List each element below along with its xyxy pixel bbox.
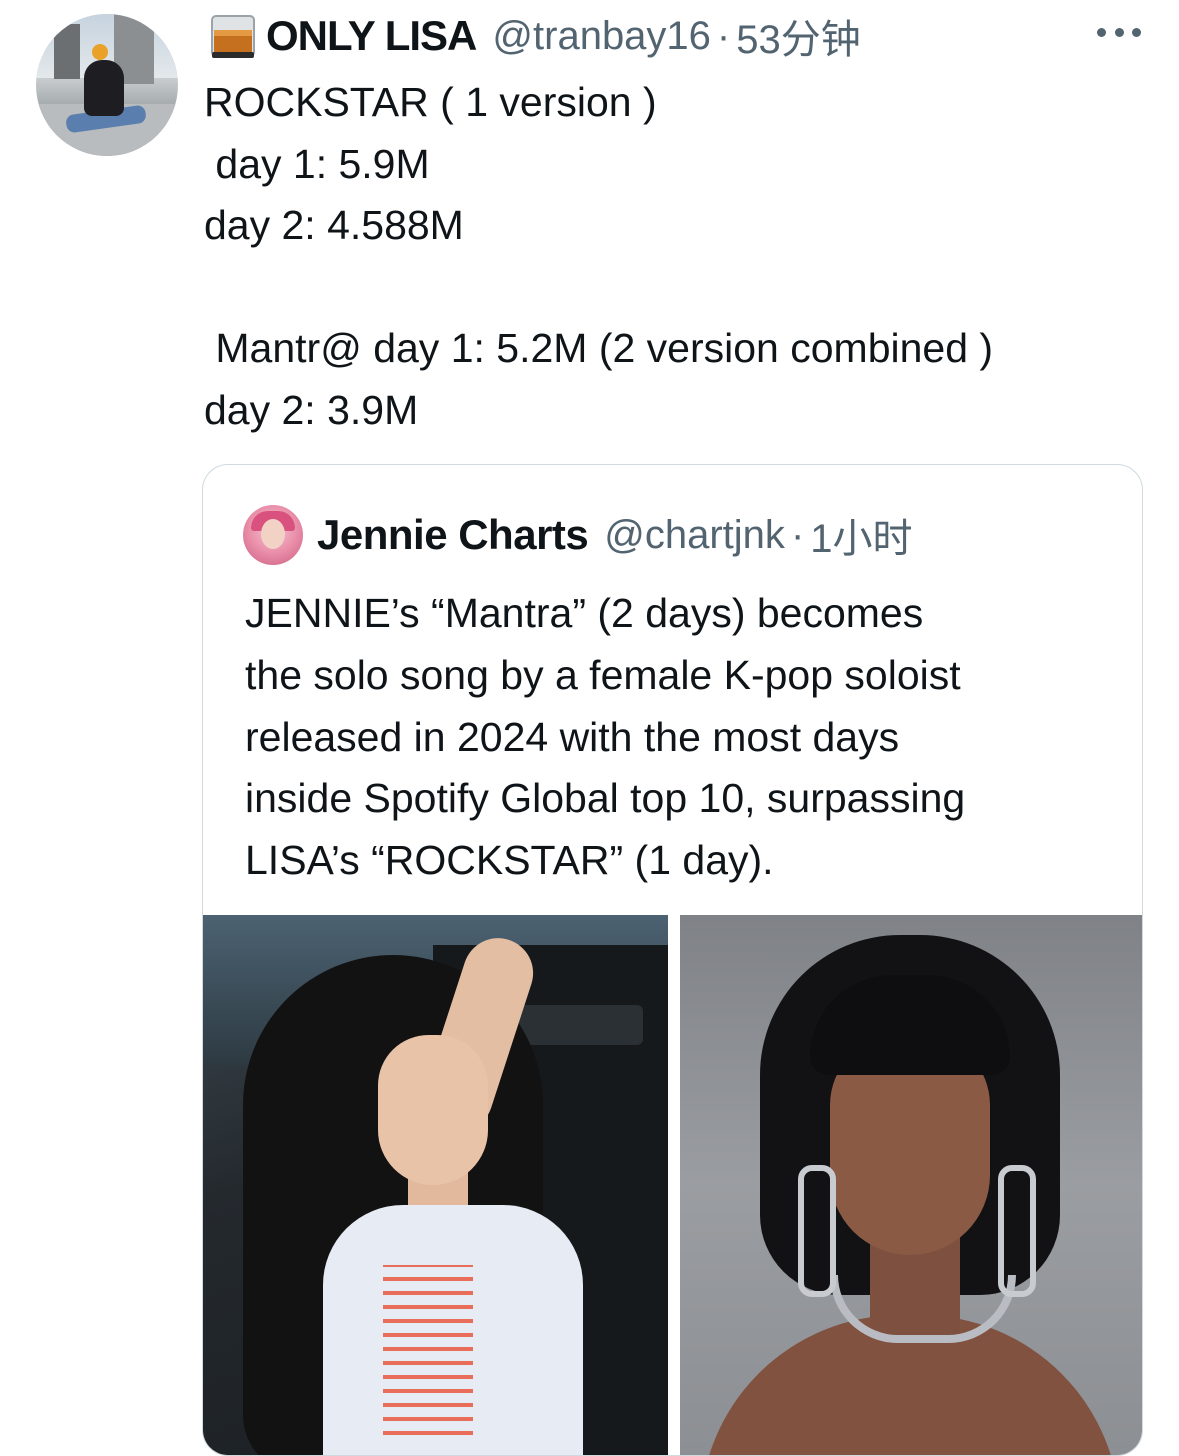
tweet-text: ROCKSTAR ( 1 version ) day 1: 5.9M day 2:… [204, 72, 993, 441]
more-options-icon[interactable] [1097, 22, 1141, 42]
quoted-text-line: JENNIE’s “Mantra” (2 days) becomes [245, 590, 924, 636]
whisky-glass-icon [206, 12, 260, 60]
tweet-text-line: ROCKSTAR ( 1 version ) [204, 79, 657, 125]
author-avatar[interactable] [36, 14, 178, 156]
quoted-tweet-text: JENNIE’s “Mantra” (2 days) becomes the so… [245, 583, 1125, 892]
quoted-text-line: the solo song by a female K-pop soloist [245, 651, 961, 698]
quoted-author-name[interactable]: Jennie Charts [317, 511, 589, 559]
quoted-text-line: LISA’s “ROCKSTAR” (1 day). [245, 837, 774, 884]
quoted-tweet[interactable]: Jennie Charts @chartjnk · 1小时 JENNIE’s “… [202, 464, 1143, 1456]
author-name[interactable]: ONLY LISA [266, 12, 477, 60]
quoted-author-avatar[interactable] [243, 505, 303, 565]
tweet-text-line: day 1: 5.9M [204, 140, 430, 187]
tweet-text-line: day 2: 3.9M [204, 386, 419, 433]
tweet[interactable]: ONLY LISA @tranbay16 · 53分钟 ROCKSTAR ( 1… [0, 0, 1179, 1456]
quoted-tweet-header: Jennie Charts @chartjnk · 1小时 [243, 505, 913, 565]
separator-dot: · [790, 512, 805, 557]
tweet-text-line: day 2: 4.588M [204, 202, 464, 248]
photo-lisa[interactable] [680, 915, 1142, 1455]
quoted-tweet-media [203, 915, 1142, 1455]
tweet-text-line: Mantr@ day 1: 5.2M (2 version combined ) [204, 325, 994, 371]
quoted-tweet-timestamp[interactable]: 1小时 [810, 506, 912, 564]
quoted-text-line: released in 2024 with the most days [245, 713, 900, 760]
tweet-header: ONLY LISA @tranbay16 · 53分钟 [206, 8, 861, 64]
photo-jennie[interactable] [203, 915, 668, 1455]
tweet-timestamp[interactable]: 53分钟 [736, 7, 861, 65]
separator-dot: · [716, 13, 731, 58]
quoted-author-handle[interactable]: @chartjnk [604, 513, 785, 558]
author-handle[interactable]: @tranbay16 [492, 14, 711, 59]
tweet-text-line: ​ [204, 257, 993, 319]
quoted-text-line: inside Spotify Global top 10, surpassing [245, 775, 966, 822]
